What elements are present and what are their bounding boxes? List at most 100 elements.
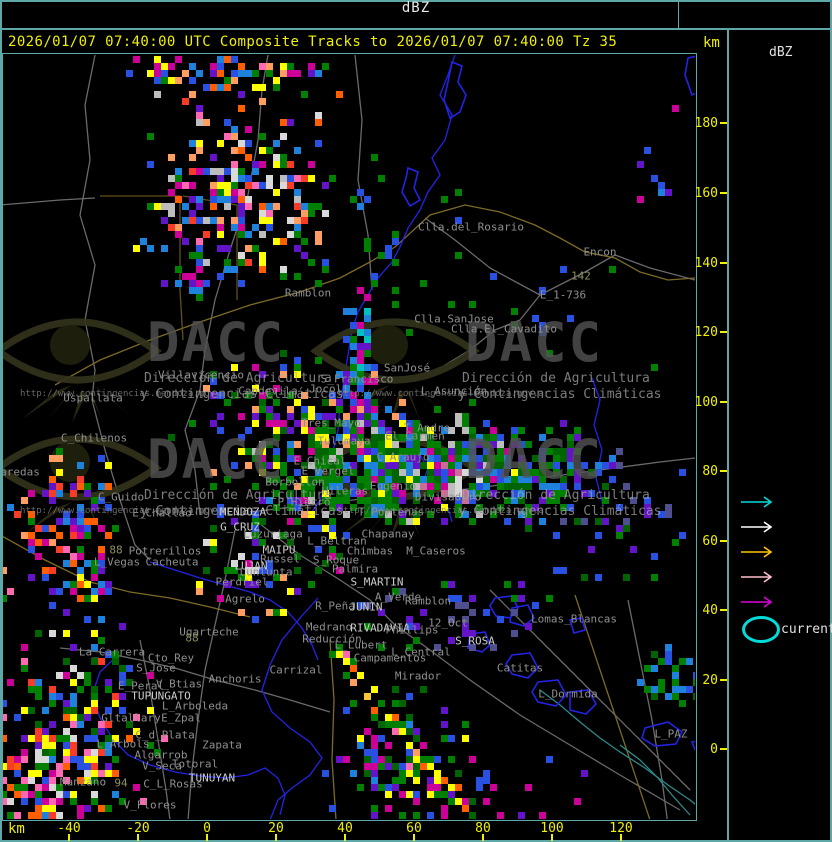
radar-echo-pixel xyxy=(392,721,399,728)
y-axis-tick-label: 60 xyxy=(702,534,718,549)
radar-echo-pixel xyxy=(364,329,371,336)
radar-echo-pixel xyxy=(301,91,308,98)
radar-echo-pixel xyxy=(287,427,294,434)
radar-echo-pixel xyxy=(35,735,42,742)
radar-echo-pixel xyxy=(3,714,7,721)
radar-echo-pixel xyxy=(14,770,21,777)
map-route-line xyxy=(354,54,373,291)
radar-echo-pixel xyxy=(462,735,469,742)
radar-echo-pixel xyxy=(42,812,49,819)
map-place-label: 94 xyxy=(114,776,128,790)
radar-echo-pixel xyxy=(238,413,245,420)
radar-echo-pixel xyxy=(371,273,378,280)
radar-echo-pixel xyxy=(196,203,203,210)
radar-echo-pixel xyxy=(392,413,399,420)
map-place-label: Eugenio xyxy=(369,479,417,493)
radar-echo-pixel xyxy=(112,791,119,798)
radar-echo-pixel xyxy=(154,91,161,98)
x-axis-tick-mark xyxy=(275,834,277,841)
radar-echo-pixel xyxy=(399,518,406,525)
radar-echo-pixel xyxy=(364,770,371,777)
radar-echo-pixel xyxy=(224,189,231,196)
radar-echo-pixel xyxy=(7,679,14,686)
radar-echo-pixel xyxy=(287,182,294,189)
radar-echo-pixel xyxy=(266,406,273,413)
radar-echo-pixel xyxy=(161,63,168,70)
radar-echo-pixel xyxy=(427,763,434,770)
radar-echo-pixel xyxy=(35,721,42,728)
radar-echo-pixel xyxy=(315,119,322,126)
radar-echo-pixel xyxy=(3,791,7,798)
track-legend-row: bip xyxy=(740,571,778,583)
radar-echo-pixel xyxy=(294,273,301,280)
radar-echo-pixel xyxy=(364,469,371,476)
radar-echo-pixel xyxy=(238,609,245,616)
radar-echo-pixel xyxy=(350,196,357,203)
radar-echo-pixel xyxy=(434,784,441,791)
x-axis-tick-mark xyxy=(344,834,346,841)
radar-echo-pixel xyxy=(434,406,441,413)
radar-echo-pixel xyxy=(525,518,532,525)
radar-echo-pixel xyxy=(21,532,28,539)
map-place-label: Campamentos xyxy=(353,651,427,665)
radar-echo-pixel xyxy=(35,553,42,560)
radar-echo-pixel xyxy=(378,763,385,770)
radar-echo-pixel xyxy=(364,343,371,350)
radar-echo-pixel xyxy=(21,707,28,714)
radar-echo-pixel xyxy=(511,609,518,616)
radar-echo-pixel xyxy=(3,763,7,770)
radar-echo-pixel xyxy=(455,798,462,805)
map-place-label: 142 xyxy=(571,269,591,283)
radar-echo-pixel xyxy=(133,56,140,63)
radar-echo-pixel xyxy=(49,777,56,784)
radar-echo-pixel xyxy=(266,413,273,420)
radar-echo-pixel xyxy=(336,91,343,98)
radar-echo-pixel xyxy=(91,595,98,602)
radar-echo-pixel xyxy=(189,63,196,70)
radar-echo-pixel xyxy=(42,525,49,532)
radar-echo-pixel xyxy=(336,756,343,763)
radar-echo-pixel xyxy=(581,770,588,777)
radar-echo-pixel xyxy=(266,175,273,182)
map-place-label: Divisadero xyxy=(414,490,482,504)
radar-echo-pixel xyxy=(105,581,112,588)
radar-echo-pixel xyxy=(70,721,77,728)
radar-echo-pixel xyxy=(168,210,175,217)
radar-echo-pixel xyxy=(245,203,252,210)
radar-echo-pixel xyxy=(399,497,406,504)
radar-echo-pixel xyxy=(357,343,364,350)
radar-echo-pixel xyxy=(378,427,385,434)
radar-echo-pixel xyxy=(280,133,287,140)
radar-echo-pixel xyxy=(350,364,357,371)
radar-echo-pixel xyxy=(315,525,322,532)
radar-echo-pixel xyxy=(63,742,70,749)
radar-echo-pixel xyxy=(21,644,28,651)
radar-echo-pixel xyxy=(70,581,77,588)
radar-echo-pixel xyxy=(35,812,42,819)
radar-echo-pixel xyxy=(259,161,266,168)
radar-echo-pixel xyxy=(364,399,371,406)
radar-echo-pixel xyxy=(679,700,686,707)
radar-echo-pixel xyxy=(434,455,441,462)
radar-echo-pixel xyxy=(14,784,21,791)
radar-echo-pixel xyxy=(427,784,434,791)
radar-echo-pixel xyxy=(679,532,686,539)
radar-echo-pixel xyxy=(49,483,56,490)
radar-echo-pixel xyxy=(287,413,294,420)
radar-echo-pixel xyxy=(364,238,371,245)
radar-echo-pixel xyxy=(280,119,287,126)
radar-echo-pixel xyxy=(294,588,301,595)
radar-echo-pixel xyxy=(315,567,322,574)
radar-echo-pixel xyxy=(427,777,434,784)
radar-echo-pixel xyxy=(196,168,203,175)
radar-echo-pixel xyxy=(28,777,35,784)
radar-echo-pixel xyxy=(210,420,217,427)
radar-echo-pixel xyxy=(42,756,49,763)
radar-echo-pixel xyxy=(35,784,42,791)
radar-echo-pixel xyxy=(84,525,91,532)
radar-echo-pixel xyxy=(238,147,245,154)
radar-echo-pixel xyxy=(119,623,126,630)
radar-echo-pixel xyxy=(413,798,420,805)
radar-echo-pixel xyxy=(224,119,231,126)
radar-echo-pixel xyxy=(84,581,91,588)
